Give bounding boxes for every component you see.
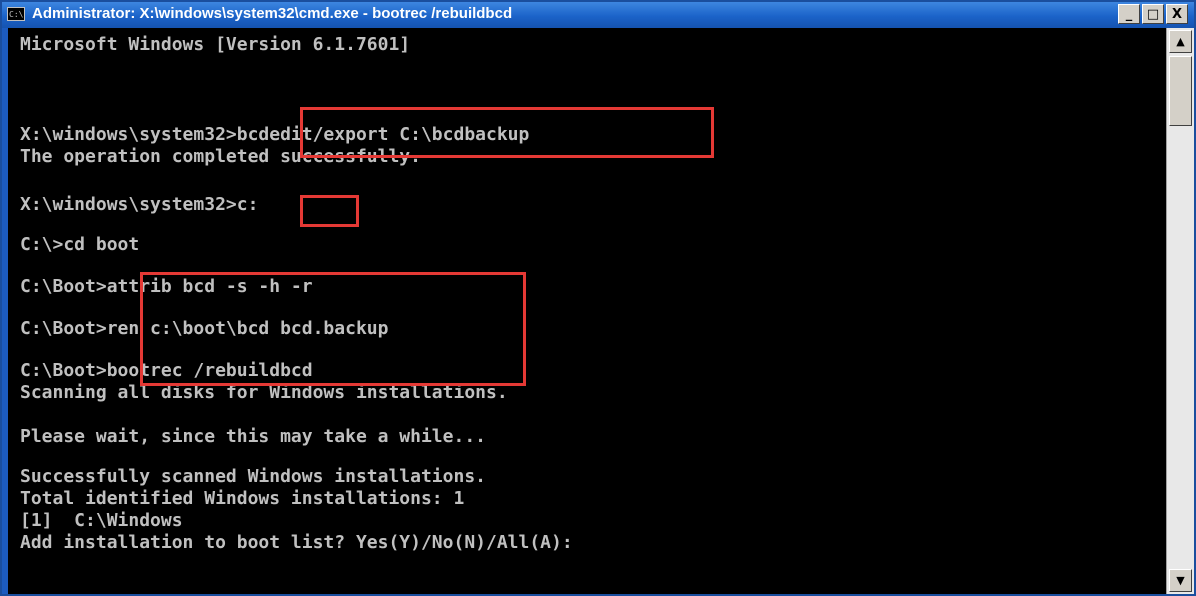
cmd-window: C:\ Administrator: X:\windows\system32\c…	[0, 0, 1196, 596]
maximize-button[interactable]: □	[1142, 4, 1164, 24]
console-line-entry: [1] C:\Windows	[20, 510, 183, 531]
console-line-scanned: Successfully scanned Windows installatio…	[20, 466, 486, 487]
scroll-down-icon[interactable]: ▼	[1169, 569, 1192, 592]
console-line-total: Total identified Windows installations: …	[20, 488, 465, 509]
console-line-prompt: Add installation to boot list? Yes(Y)/No…	[20, 532, 573, 553]
vertical-scrollbar[interactable]: ▲ ▼	[1166, 28, 1194, 594]
window-title: Administrator: X:\windows\system32\cmd.e…	[32, 5, 513, 22]
minimize-button[interactable]: _	[1118, 4, 1140, 24]
highlight-boot-commands	[140, 272, 526, 386]
scroll-thumb[interactable]	[1169, 56, 1192, 126]
console-line-version: Microsoft Windows [Version 6.1.7601]	[20, 34, 411, 55]
scroll-up-icon[interactable]: ▲	[1169, 30, 1192, 53]
console-output[interactable]: Microsoft Windows [Version 6.1.7601] X:\…	[8, 28, 1166, 594]
title-bar[interactable]: C:\ Administrator: X:\windows\system32\c…	[2, 2, 1194, 28]
highlight-bcdedit	[300, 107, 714, 158]
window-controls: _ □ X	[1118, 4, 1188, 24]
console-line-c-drive: X:\windows\system32>c:	[20, 194, 259, 215]
cmd-icon: C:\	[7, 7, 25, 21]
close-button[interactable]: X	[1166, 4, 1188, 24]
console-line-cd-boot: C:\>cd boot	[20, 234, 140, 255]
console-line-wait: Please wait, since this may take a while…	[20, 426, 486, 447]
highlight-c-drive	[300, 195, 359, 227]
